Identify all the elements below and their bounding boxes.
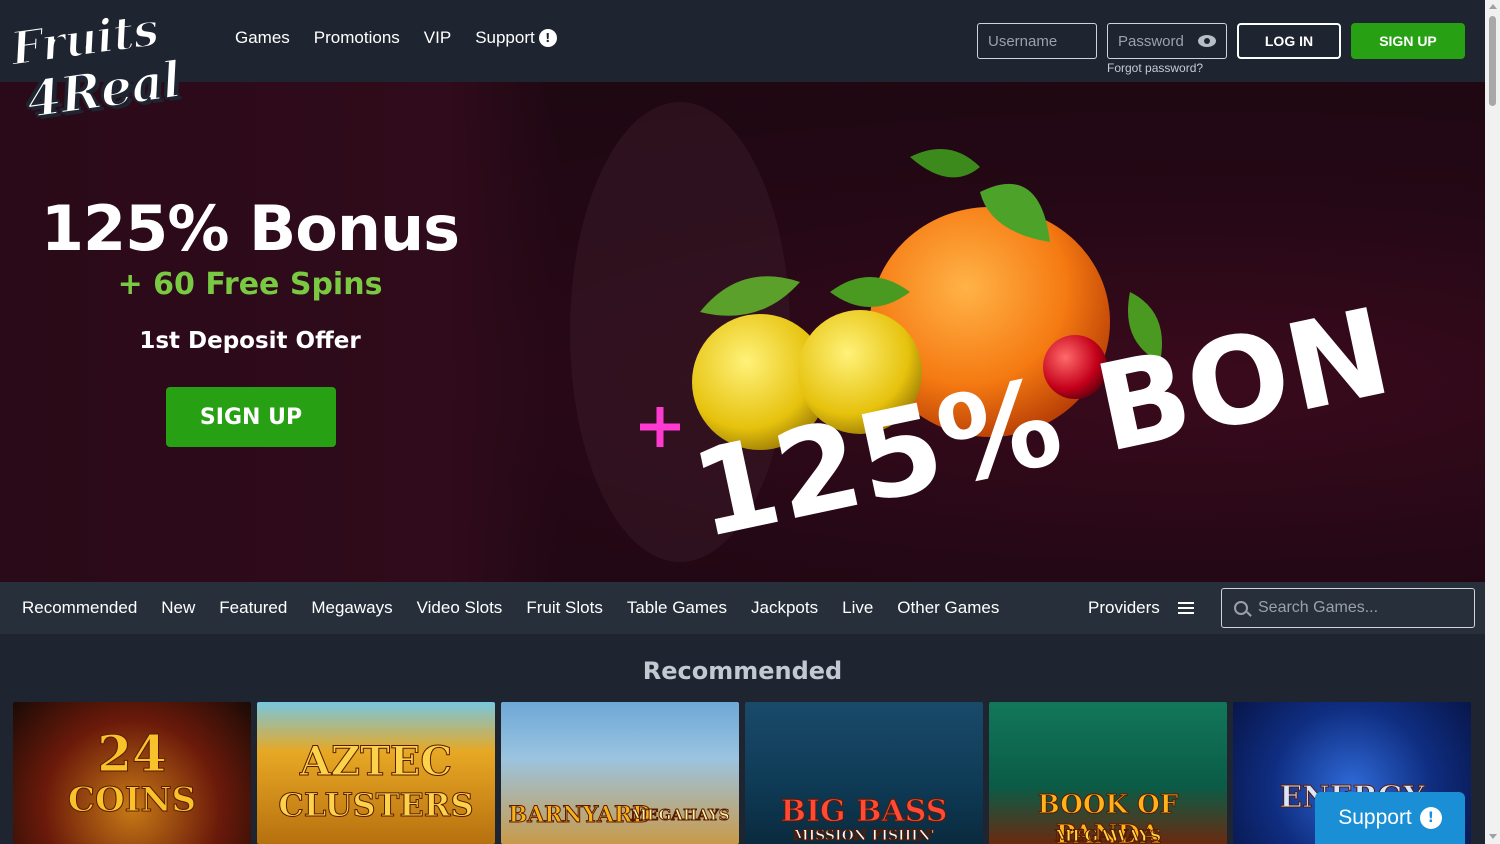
game-tile[interactable]: BOOK OF PANDA MEGAWAYS <box>989 702 1227 844</box>
username-input[interactable]: Username <box>977 23 1097 59</box>
category-bar: Recommended New Featured Megaways Video … <box>0 582 1485 634</box>
menu-icon <box>1177 602 1194 614</box>
site-header: Games Promotions VIP Support! Username P… <box>0 0 1485 82</box>
password-input[interactable]: Password <box>1107 23 1227 59</box>
game-tile[interactable]: BIG BASS MISSION FISHIN' <box>745 702 983 844</box>
hero-subtitle: + 60 Free Spins <box>117 267 383 302</box>
main-nav: Games Promotions VIP Support! <box>235 28 581 48</box>
hero-title: 125% Bonus <box>40 192 460 265</box>
site-logo[interactable]: Fruits 4Real <box>6 1 208 131</box>
scroll-up-icon[interactable] <box>1489 4 1497 9</box>
tab-jackpots[interactable]: Jackpots <box>751 598 818 618</box>
nav-support[interactable]: Support! <box>475 28 557 48</box>
tab-megaways[interactable]: Megaways <box>311 598 392 618</box>
hero-fruit-artwork: 125% BON <box>560 82 1485 582</box>
alert-icon: ! <box>1419 807 1442 829</box>
hero-banner: 125% BON 125% Bonus + 60 Free Spins 1st … <box>0 82 1485 582</box>
nav-promotions[interactable]: Promotions <box>314 28 400 48</box>
tab-table-games[interactable]: Table Games <box>627 598 727 618</box>
game-tile[interactable]: AZTEC CLUSTERS <box>257 702 495 844</box>
alert-icon: ! <box>538 29 557 47</box>
hero-signup-button[interactable]: SIGN UP <box>166 387 336 447</box>
login-button[interactable]: LOG IN <box>1237 23 1341 59</box>
game-tile[interactable]: BARNYARD MEGAHAYS <box>501 702 739 844</box>
hero-offer: 1st Deposit Offer <box>139 328 361 354</box>
tab-featured[interactable]: Featured <box>219 598 287 618</box>
tab-live[interactable]: Live <box>842 598 873 618</box>
signup-button[interactable]: SIGN UP <box>1351 23 1465 59</box>
search-input[interactable]: Search Games... <box>1221 588 1475 628</box>
eye-icon[interactable] <box>1198 35 1216 47</box>
game-grid: 24 COINS AZTEC CLUSTERS BARNYARD MEGAHAY… <box>13 702 1471 844</box>
tab-fruit-slots[interactable]: Fruit Slots <box>526 598 603 618</box>
section-title: Recommended <box>642 657 843 685</box>
search-icon <box>1234 601 1248 615</box>
scroll-down-icon[interactable] <box>1489 834 1497 839</box>
tab-video-slots[interactable]: Video Slots <box>417 598 503 618</box>
providers-dropdown[interactable]: Providers <box>1088 598 1194 618</box>
nav-games[interactable]: Games <box>235 28 290 48</box>
tab-other-games[interactable]: Other Games <box>897 598 999 618</box>
category-tabs: Recommended New Featured Megaways Video … <box>22 598 1023 618</box>
nav-vip[interactable]: VIP <box>424 28 451 48</box>
forgot-password-link[interactable]: Forgot password? <box>1107 61 1203 75</box>
tab-recommended[interactable]: Recommended <box>22 598 137 618</box>
scroll-thumb[interactable] <box>1489 16 1496 106</box>
hero-promo: 125% Bonus + 60 Free Spins 1st Deposit O… <box>0 82 560 582</box>
tab-new[interactable]: New <box>161 598 195 618</box>
page-scrollbar[interactable] <box>1485 0 1500 844</box>
game-tile[interactable]: 24 COINS <box>13 702 251 844</box>
support-widget-button[interactable]: Support ! <box>1315 792 1465 844</box>
